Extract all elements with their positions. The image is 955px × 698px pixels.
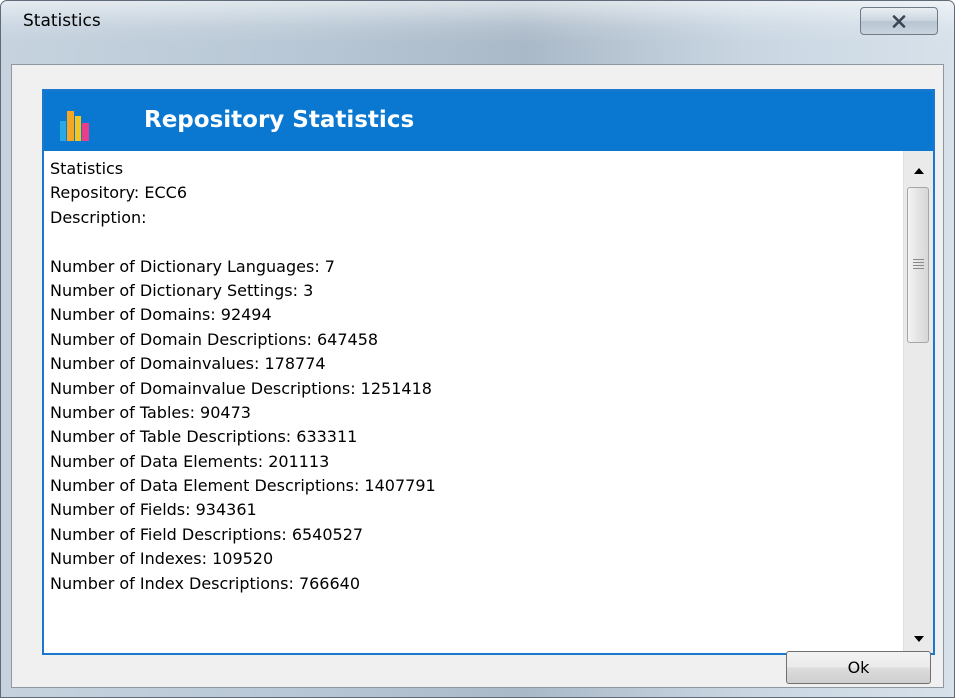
dialog-client-area: Repository Statistics Statistics Reposit… [11, 64, 944, 688]
stat-line: Number of Dictionary Settings: 3 [50, 280, 314, 300]
stat-line: Description: [50, 207, 147, 227]
scroll-thumb[interactable] [907, 187, 929, 343]
stat-line: Number of Field Descriptions: 6540527 [50, 524, 364, 544]
stat-line: Number of Data Elements: 201113 [50, 451, 330, 471]
stat-line: Number of Data Element Descriptions: 140… [50, 476, 436, 496]
ok-button[interactable]: Ok [786, 651, 931, 684]
statistics-panel: Repository Statistics Statistics Reposit… [42, 89, 935, 655]
panel-header: Repository Statistics [44, 91, 933, 151]
close-button[interactable] [860, 7, 938, 35]
stat-line: Number of Domainvalue Descriptions: 1251… [50, 378, 432, 398]
scroll-down-arrow-icon [913, 627, 924, 646]
close-x-icon [892, 14, 906, 28]
panel-title: Repository Statistics [144, 107, 415, 133]
stat-line: Number of Index Descriptions: 766640 [50, 573, 361, 593]
stat-line: Statistics [50, 159, 124, 178]
scroll-up-arrow-icon [913, 159, 924, 178]
vertical-scrollbar[interactable] [903, 151, 933, 653]
window-title: Statistics [23, 11, 101, 31]
scroll-down-button[interactable] [904, 621, 933, 651]
stat-line: Number of Dictionary Languages: 7 [50, 256, 335, 276]
stat-line: Number of Domain Descriptions: 647458 [50, 329, 379, 349]
bar-chart-icon [58, 107, 96, 141]
stat-line: Number of Fields: 934361 [50, 500, 257, 520]
stat-line: Number of Domainvalues: 178774 [50, 354, 326, 374]
title-bar[interactable]: Statistics [1, 1, 954, 43]
stat-line: Number of Indexes: 109520 [50, 549, 274, 569]
stat-line: Repository: ECC6 [50, 183, 188, 203]
scroll-up-button[interactable] [904, 153, 933, 183]
statistics-text-area[interactable]: Statistics Repository: ECC6 Description:… [44, 151, 903, 653]
stat-line-blank [50, 230, 903, 254]
stat-line: Number of Tables: 90473 [50, 402, 251, 422]
stat-line: Number of Domains: 92494 [50, 305, 272, 325]
stat-line: Number of Table Descriptions: 633311 [50, 427, 358, 447]
statistics-dialog: Statistics Repository Statistics Statist… [0, 0, 955, 698]
